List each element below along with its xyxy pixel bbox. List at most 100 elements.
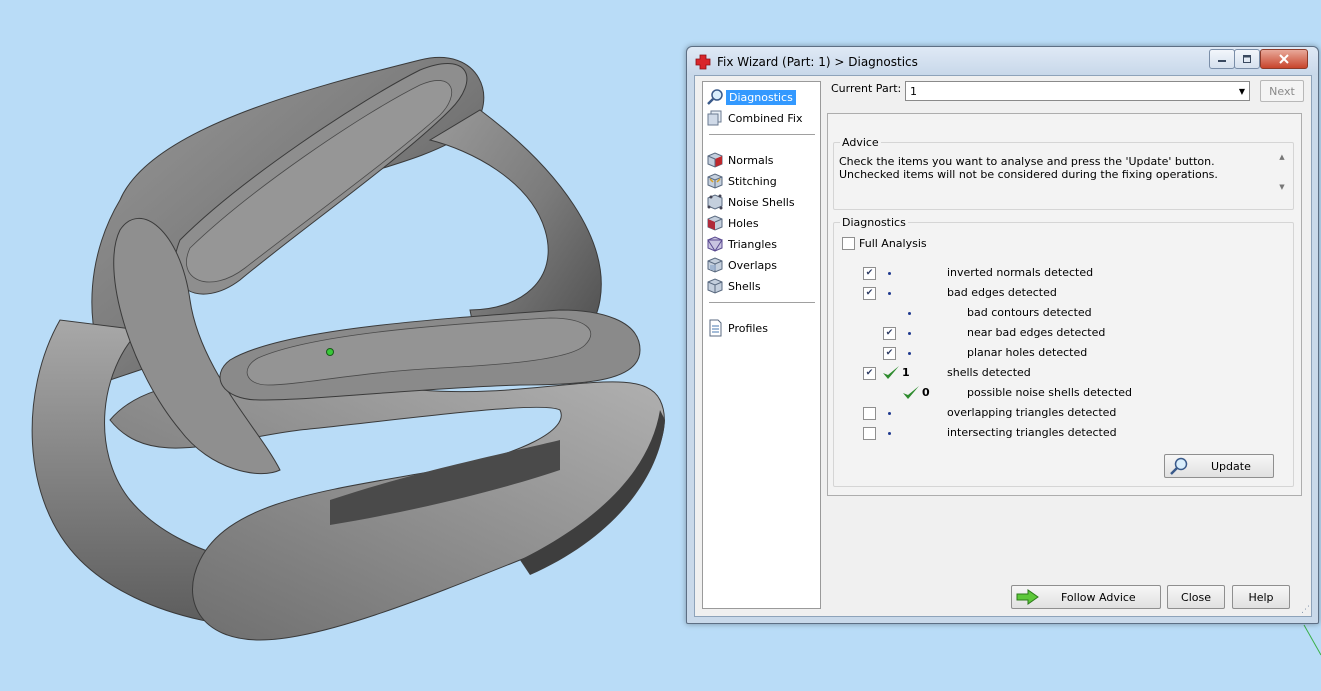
nav-item-stitching[interactable]: Stitching — [706, 171, 816, 191]
green-arrow-icon — [1015, 588, 1041, 609]
follow-advice-label: Follow Advice — [1061, 591, 1136, 604]
diagnostic-row: 0 possible noise shells detected — [834, 385, 1274, 401]
nav-item-label: Shells — [728, 279, 761, 293]
red-cross-icon — [695, 54, 711, 70]
shells-cube-icon — [706, 277, 724, 295]
nav-item-label: Holes — [728, 216, 759, 230]
full-analysis-checkbox[interactable] — [842, 236, 855, 250]
current-part-select[interactable]: 1 ▼ — [905, 81, 1250, 101]
diagnostic-checkbox[interactable]: ✔ — [883, 347, 896, 360]
nav-item-normals[interactable]: Normals — [706, 150, 816, 170]
overlaps-cube-icon — [706, 256, 724, 274]
diagnostic-checkbox[interactable]: ✔ — [883, 327, 896, 340]
diagnostic-count: 0 — [922, 386, 930, 399]
nav-item-diagnostics[interactable]: Diagnostics — [706, 87, 816, 107]
diagnostic-label: overlapping triangles detected — [947, 406, 1117, 419]
nav-item-label: Profiles — [728, 321, 768, 335]
fix-nav-list: Diagnostics Combined Fix Normals Stitchi… — [702, 81, 821, 609]
holes-cube-icon — [706, 214, 724, 232]
scroll-down-icon[interactable]: ▼ — [1275, 183, 1289, 191]
window-title: Fix Wizard (Part: 1) > Diagnostics — [717, 55, 918, 69]
diagnostic-count: 1 — [902, 366, 910, 379]
diagnostic-checkbox[interactable]: ✔ — [863, 367, 876, 380]
origin-point — [326, 348, 334, 356]
green-check-icon — [903, 386, 919, 399]
status-dot — [888, 412, 891, 415]
nav-item-overlaps[interactable]: Overlaps — [706, 255, 816, 275]
diagnostic-row: ✔ 1 shells detected — [834, 365, 1274, 381]
diagnostic-row: intersecting triangles detected — [834, 425, 1274, 441]
nav-item-noise-shells[interactable]: Noise Shells — [706, 192, 816, 212]
diagnostic-label: planar holes detected — [967, 346, 1088, 359]
nav-item-label: Diagnostics — [726, 89, 796, 105]
maximize-icon — [1243, 55, 1251, 63]
status-dot — [888, 432, 891, 435]
maximize-button[interactable] — [1234, 49, 1260, 69]
green-check-icon — [883, 366, 899, 379]
scroll-up-icon[interactable]: ▲ — [1275, 153, 1289, 161]
help-label: Help — [1248, 591, 1274, 604]
status-dot — [908, 332, 911, 335]
advice-scrollbar[interactable]: ▲ ▼ — [1275, 153, 1289, 199]
diagnostic-checkbox[interactable]: ✔ — [863, 267, 876, 280]
close-button[interactable]: Close — [1167, 585, 1225, 609]
minimize-icon — [1218, 60, 1226, 62]
magnifier-icon — [1169, 457, 1189, 478]
document-icon — [706, 319, 724, 337]
close-label: Close — [1181, 591, 1211, 604]
full-analysis-row[interactable]: Full Analysis — [842, 235, 927, 251]
resize-grip-icon[interactable]: ⋰ — [1301, 605, 1310, 615]
nav-item-label: Noise Shells — [728, 195, 795, 209]
title-bar[interactable]: Fix Wizard (Part: 1) > Diagnostics — [687, 47, 1318, 75]
nav-item-label: Stitching — [728, 174, 777, 188]
close-icon — [1279, 54, 1289, 64]
diagnostic-checkbox[interactable] — [863, 427, 876, 440]
diagnostics-title: Diagnostics — [840, 216, 908, 229]
nav-item-combined-fix[interactable]: Combined Fix — [706, 108, 816, 128]
close-window-button[interactable] — [1260, 49, 1308, 69]
diagnostic-label: intersecting triangles detected — [947, 426, 1117, 439]
diagnostic-row: ✔ planar holes detected — [834, 345, 1274, 361]
triangles-cube-icon — [706, 235, 724, 253]
chevron-down-icon: ▼ — [1238, 86, 1246, 96]
full-analysis-label: Full Analysis — [859, 236, 927, 250]
diagnostics-group: Diagnostics Full Analysis ✔ inverted norm… — [833, 216, 1294, 487]
normals-cube-icon — [706, 151, 724, 169]
diagnostic-label: bad edges detected — [947, 286, 1057, 299]
nav-item-triangles[interactable]: Triangles — [706, 234, 816, 254]
advice-text: Check the items you want to analyse and … — [839, 155, 1218, 181]
noise-shells-cube-icon — [706, 193, 724, 211]
diagnostic-row: ✔ near bad edges detected — [834, 325, 1274, 341]
diagnostics-panel: Advice Check the items you want to analy… — [827, 113, 1302, 496]
current-part-label: Current Part: — [831, 82, 902, 95]
nav-item-label: Combined Fix — [728, 111, 803, 125]
status-dot — [908, 352, 911, 355]
nav-item-shells[interactable]: Shells — [706, 276, 816, 296]
nav-divider — [709, 302, 815, 303]
nav-item-profiles[interactable]: Profiles — [706, 318, 816, 338]
diagnostic-checkbox[interactable] — [863, 407, 876, 420]
next-button[interactable]: Next — [1260, 80, 1304, 102]
diagnostic-row: ✔ bad edges detected — [834, 285, 1274, 301]
diagnostic-label: near bad edges detected — [967, 326, 1106, 339]
advice-group: Advice Check the items you want to analy… — [833, 136, 1294, 210]
nav-item-label: Normals — [728, 153, 774, 167]
combined-fix-icon — [706, 109, 724, 127]
nav-divider — [709, 134, 815, 135]
diagnostic-label: bad contours detected — [967, 306, 1092, 319]
update-button[interactable]: Update — [1164, 454, 1274, 478]
update-label: Update — [1211, 460, 1251, 473]
minimize-button[interactable] — [1209, 49, 1235, 69]
dialog-client-area: Diagnostics Combined Fix Normals Stitchi… — [694, 75, 1312, 617]
nav-item-label: Overlaps — [728, 258, 777, 272]
diagnostic-checkbox[interactable]: ✔ — [863, 287, 876, 300]
follow-advice-button[interactable]: Follow Advice — [1011, 585, 1161, 609]
help-button[interactable]: Help — [1232, 585, 1290, 609]
nav-item-holes[interactable]: Holes — [706, 213, 816, 233]
nav-item-label: Triangles — [728, 237, 777, 251]
diagnostic-label: shells detected — [947, 366, 1031, 379]
diagnostic-label: inverted normals detected — [947, 266, 1094, 279]
diagnostic-row: ✔ inverted normals detected — [834, 265, 1274, 281]
status-dot — [888, 272, 891, 275]
current-part-value: 1 — [910, 84, 917, 98]
